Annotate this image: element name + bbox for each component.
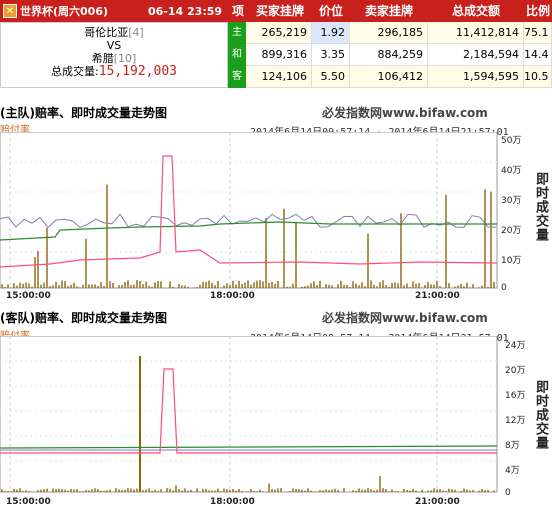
y-tick: 4万: [505, 466, 520, 476]
chart2-site[interactable]: 必发指数网www.bifaw.com: [322, 309, 488, 326]
y-tick: 10万: [501, 256, 522, 266]
col-total: 总成交额: [428, 0, 524, 22]
home-rank: [4]: [128, 26, 144, 39]
match-header: ✕ 世界杯(周六006) 06-14 23:59: [0, 0, 228, 22]
y-tick: 0: [501, 283, 507, 293]
x-tick: 21:00:00: [415, 497, 460, 507]
col-sell: 卖家挂牌: [350, 0, 428, 22]
row-label: 主: [228, 22, 246, 44]
total-value: 11,412,814: [428, 22, 524, 44]
total-value: 1,594,595: [428, 66, 524, 88]
ratio-value: 75.1: [524, 22, 552, 44]
chart1-yaxis-title: 即时成交量: [533, 172, 548, 242]
chart2-title: (客队)赔率、即时成交量走势图: [0, 311, 167, 325]
ratio-value: 10.5: [524, 66, 552, 88]
buy-value: 124,106: [246, 66, 312, 88]
row-label: 客: [228, 66, 246, 88]
col-buy: 买家挂牌: [248, 0, 312, 22]
col-item: 项: [228, 0, 248, 22]
x-tick: 15:00:00: [6, 291, 51, 301]
x-tick: 15:00:00: [6, 497, 51, 507]
y-tick: 20万: [501, 226, 522, 236]
total-value: 2,184,594: [428, 44, 524, 66]
y-tick: 30万: [501, 196, 522, 206]
chart1-title: (主队)赔率、即时成交量走势图: [0, 106, 167, 120]
table-row: 和 899,316 3.35 884,259 2,184,594 14.4: [228, 44, 552, 66]
sell-value: 106,412: [350, 66, 428, 88]
y-tick: 20万: [505, 366, 526, 376]
league-label: 世界杯(周六006): [20, 5, 109, 18]
buy-value: 899,316: [246, 44, 312, 66]
price-value: 5.50: [312, 66, 350, 88]
col-ratio: 比例: [524, 0, 552, 22]
col-price: 价位: [312, 0, 350, 22]
chart2-plot: [0, 336, 498, 493]
y-tick: 12万: [505, 416, 526, 426]
plot-frame: [0, 336, 498, 493]
vs-label: VS: [106, 39, 122, 52]
x-tick: 21:00:00: [415, 291, 460, 301]
total-volume-label: 总成交量:: [51, 65, 99, 78]
chart1-plot: [0, 132, 498, 289]
plot-frame: [0, 132, 498, 289]
y-tick: 50万: [501, 136, 522, 146]
match-time: 06-14 23:59: [148, 4, 223, 18]
y-tick: 24万: [505, 341, 526, 351]
total-volume-value: 15,192,003: [98, 64, 177, 79]
sell-value: 296,185: [350, 22, 428, 44]
sell-value: 884,259: [350, 44, 428, 66]
y-tick: 8万: [505, 441, 520, 451]
close-icon[interactable]: ✕: [3, 4, 17, 18]
buy-value: 265,219: [246, 22, 312, 44]
home-team[interactable]: 哥伦比亚: [84, 26, 128, 39]
y-tick: 16万: [505, 391, 526, 401]
price-value: 1.92: [312, 22, 350, 44]
x-tick: 18:00:00: [210, 497, 255, 507]
page: ✕ 世界杯(周六006) 06-14 23:59 哥伦比亚[4] VS 希腊[1…: [0, 0, 552, 511]
y-tick: 0: [505, 488, 511, 498]
y-tick: 40万: [501, 166, 522, 176]
price-value: 3.35: [312, 44, 350, 66]
match-info: 哥伦比亚[4] VS 希腊[10] 总成交量:15,192,003: [0, 22, 228, 88]
table-row: 客 124,106 5.50 106,412 1,594,595 10.5: [228, 66, 552, 88]
ratio-value: 14.4: [524, 44, 552, 66]
row-label: 和: [228, 44, 246, 66]
table-header: 项 买家挂牌 价位 卖家挂牌 总成交额 比例: [228, 0, 552, 22]
chart1-site[interactable]: 必发指数网www.bifaw.com: [322, 104, 488, 121]
x-tick: 18:00:00: [210, 291, 255, 301]
table-row: 主 265,219 1.92 296,185 11,412,814 75.1: [228, 22, 552, 44]
chart2-yaxis-title: 即时成交量: [533, 380, 548, 450]
